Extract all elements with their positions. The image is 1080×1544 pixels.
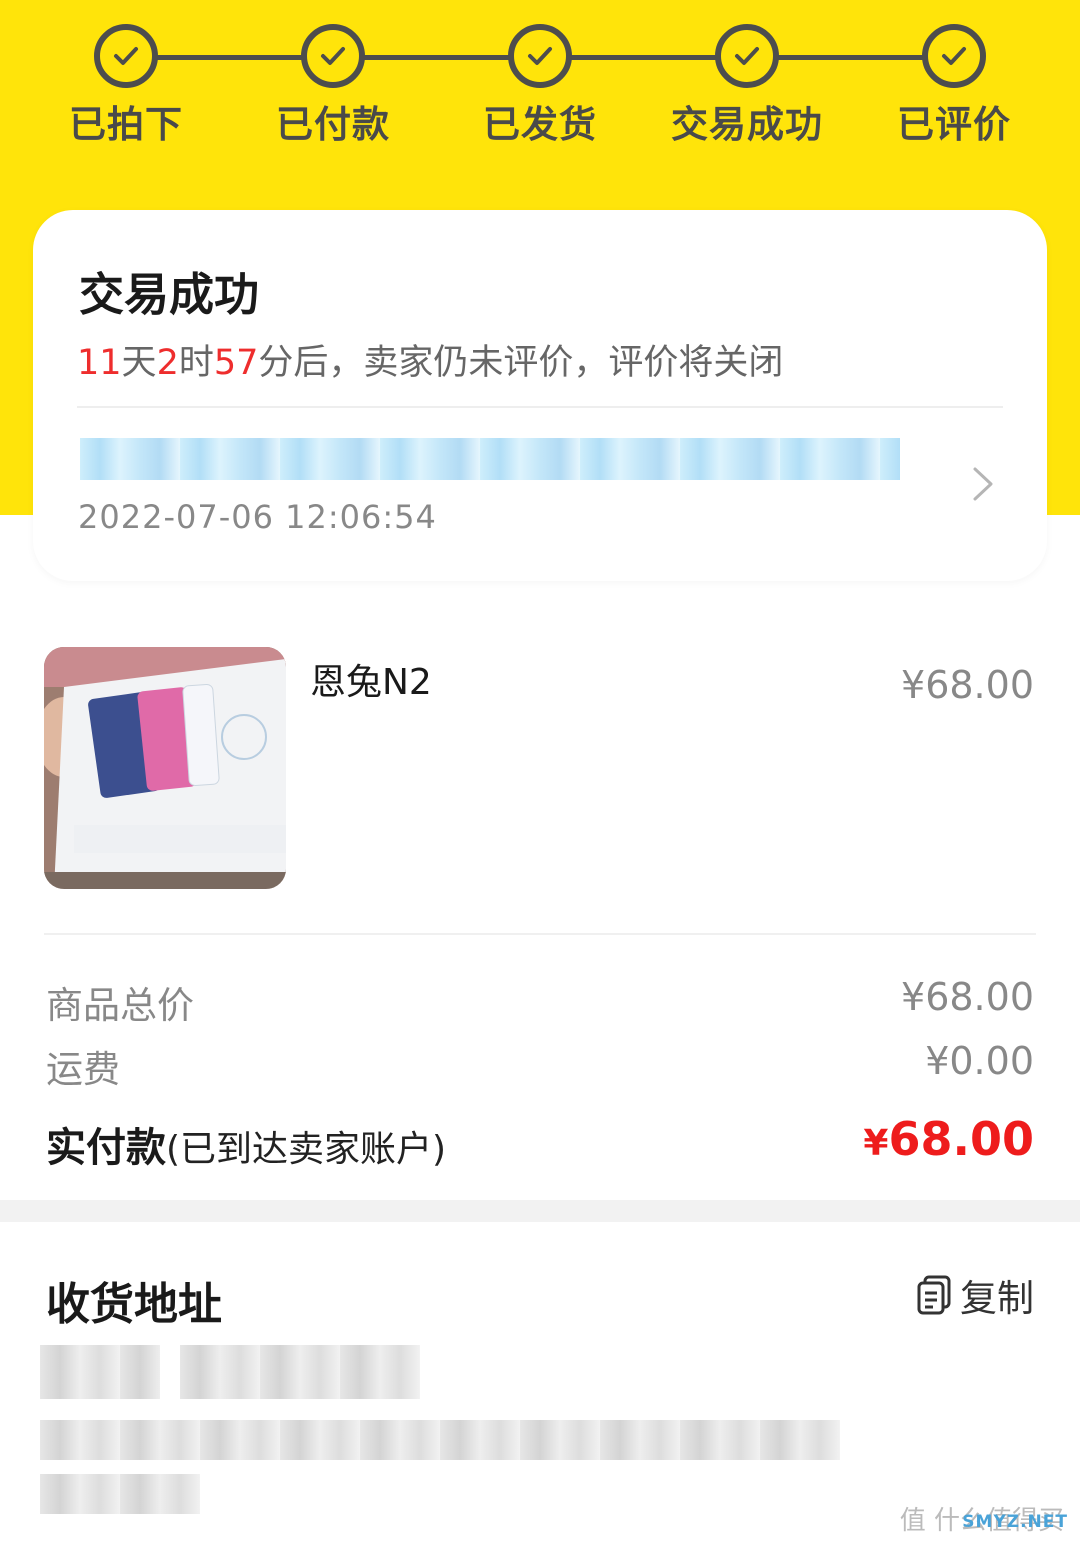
goods-total-label: 商品总价 xyxy=(46,984,194,1027)
blurred-address-line xyxy=(40,1420,840,1460)
step-ordered: 已拍下 xyxy=(41,24,211,148)
step-completed: 交易成功 xyxy=(662,24,832,148)
product-name[interactable]: 恩兔N2 xyxy=(310,653,432,705)
goods-total-value: ¥68.00 xyxy=(901,975,1034,1019)
order-progress: 已拍下 已付款 已发货 交易成功 已评价 xyxy=(0,0,1080,160)
chevron-right-icon xyxy=(973,467,993,501)
product-image[interactable] xyxy=(44,647,286,889)
watermark-site: SMYZ.NET xyxy=(962,1512,1068,1532)
paid-amount-label: 实付款(已到达卖家账户) xyxy=(46,1115,446,1173)
copy-label: 复制 xyxy=(960,1277,1034,1320)
step-label: 已发货 xyxy=(483,103,597,146)
address-title: 收货地址 xyxy=(46,1279,222,1330)
blurred-logistics-text xyxy=(80,438,900,480)
step-paid: 已付款 xyxy=(248,24,418,148)
step-label: 交易成功 xyxy=(671,103,823,146)
check-icon xyxy=(94,24,158,88)
step-label: 已付款 xyxy=(276,103,390,146)
countdown-hours-unit: 时 xyxy=(178,343,214,383)
order-detail-page: 已拍下 已付款 已发货 交易成功 已评价 交易成功 11天2时57分后，卖家仍未… xyxy=(0,0,1080,1544)
review-countdown: 11天2时57分后，卖家仍未评价，评价将关闭 xyxy=(77,334,783,385)
paid-note: (已到达卖家账户) xyxy=(166,1129,447,1170)
step-reviewed: 已评价 xyxy=(869,24,1039,148)
blurred-address-line xyxy=(40,1474,200,1514)
check-icon xyxy=(301,24,365,88)
product-price: ¥68.00 xyxy=(901,663,1034,707)
step-label: 已拍下 xyxy=(69,103,183,146)
copy-icon xyxy=(917,1275,951,1315)
countdown-suffix: 分后，卖家仍未评价，评价将关闭 xyxy=(258,343,784,383)
check-icon xyxy=(508,24,572,88)
blurred-receiver-name xyxy=(40,1345,160,1399)
logistics-time: 2022-07-06 12:06:54 xyxy=(78,498,437,536)
step-label: 已评价 xyxy=(897,103,1011,146)
shipping-fee-label: 运费 xyxy=(46,1048,120,1091)
logistics-row[interactable]: 2022-07-06 12:06:54 xyxy=(33,410,1047,581)
paid-amount-value: ¥68.00 xyxy=(863,1112,1034,1166)
paid-label-text: 实付款 xyxy=(46,1125,166,1171)
countdown-hours: 2 xyxy=(156,343,179,383)
check-icon xyxy=(715,24,779,88)
paid-amount: 68.00 xyxy=(888,1112,1034,1166)
divider xyxy=(44,933,1036,935)
blurred-receiver-phone xyxy=(180,1345,420,1399)
section-separator xyxy=(0,1200,1080,1222)
step-shipped: 已发货 xyxy=(455,24,625,148)
countdown-minutes: 57 xyxy=(213,343,259,383)
currency-symbol: ¥ xyxy=(863,1123,889,1164)
status-card: 交易成功 11天2时57分后，卖家仍未评价，评价将关闭 2022-07-06 1… xyxy=(33,210,1047,581)
copy-address-button[interactable]: 复制 xyxy=(916,1268,1034,1322)
check-icon xyxy=(922,24,986,88)
countdown-days: 11 xyxy=(77,343,122,383)
product-photo-icon xyxy=(44,647,286,889)
divider xyxy=(77,406,1003,408)
status-title: 交易成功 xyxy=(79,268,260,321)
countdown-days-unit: 天 xyxy=(121,343,157,383)
shipping-fee-value: ¥0.00 xyxy=(925,1039,1034,1083)
